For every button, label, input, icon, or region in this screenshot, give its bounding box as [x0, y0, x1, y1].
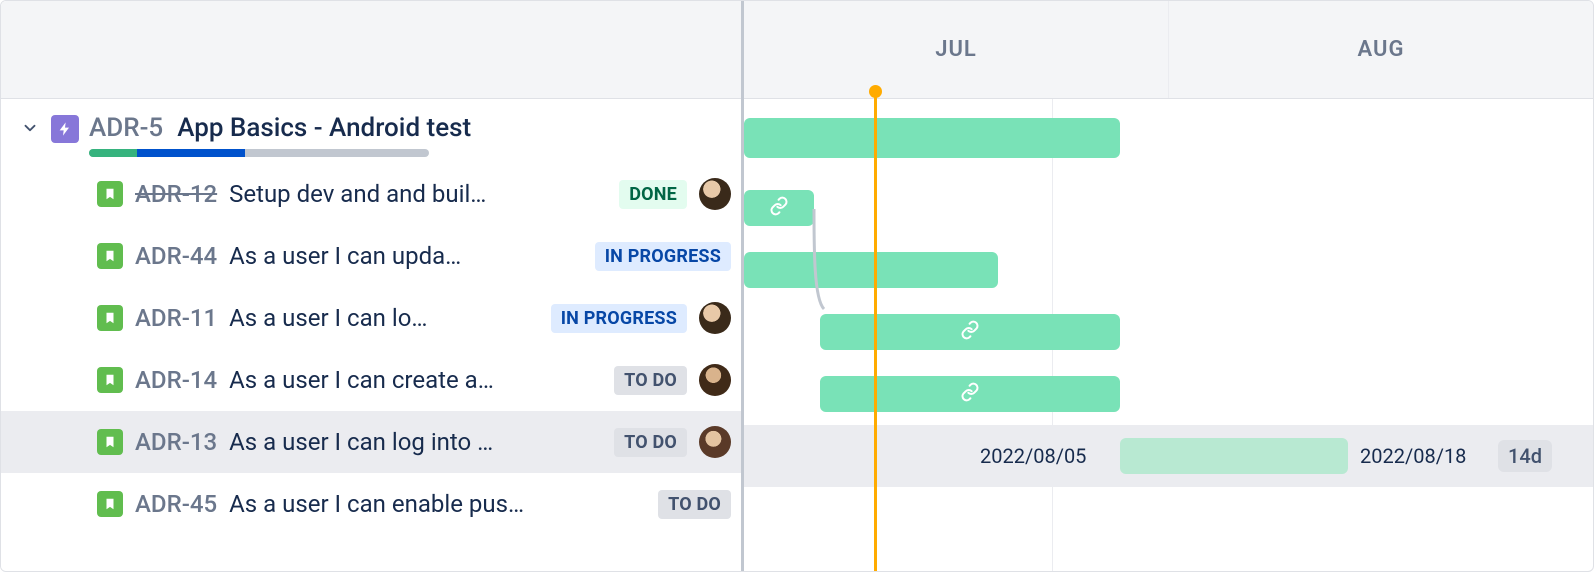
- issue-key[interactable]: ADR-12: [135, 180, 217, 208]
- issue-key[interactable]: ADR-14: [135, 366, 217, 394]
- roadmap-container: ADR-5 App Basics - Android test ADR-12 Se…: [0, 0, 1594, 572]
- progress-inprogress-segment: [137, 149, 246, 157]
- epic-summary[interactable]: App Basics - Android test: [177, 113, 471, 143]
- dependency-link-icon[interactable]: [960, 320, 980, 344]
- issue-key[interactable]: ADR-45: [135, 490, 217, 518]
- collapse-chevron-icon[interactable]: [19, 117, 41, 139]
- assignee-avatar[interactable]: [699, 364, 731, 396]
- epic-timeline-bar[interactable]: [744, 118, 1120, 158]
- issue-row[interactable]: ADR-44 As a user I can upda… IN PROGRESS: [1, 225, 741, 287]
- issue-row[interactable]: ADR-45 As a user I can enable pus… TO DO: [1, 473, 741, 535]
- story-icon: [97, 181, 123, 207]
- assignee-avatar[interactable]: [699, 302, 731, 334]
- status-lozenge[interactable]: TO DO: [614, 428, 687, 457]
- bar-end-date: 2022/08/18: [1360, 444, 1466, 468]
- status-lozenge[interactable]: TO DO: [658, 490, 731, 519]
- today-marker-line: [874, 93, 877, 571]
- issue-timeline-bar[interactable]: [820, 376, 1120, 412]
- issue-summary[interactable]: Setup dev and and buil…: [229, 180, 607, 208]
- issue-timeline-bar[interactable]: [744, 252, 998, 288]
- issue-timeline-bar[interactable]: [820, 314, 1120, 350]
- timeline-row: 2022/08/05 2022/08/18 14d: [744, 425, 1593, 487]
- progress-done-segment: [89, 149, 137, 157]
- issue-summary[interactable]: As a user I can enable pus…: [229, 490, 646, 518]
- issue-row[interactable]: ADR-11 As a user I can lo… IN PROGRESS: [1, 287, 741, 349]
- story-icon: [97, 367, 123, 393]
- issue-list-panel: ADR-5 App Basics - Android test ADR-12 Se…: [1, 1, 741, 571]
- dependency-link-icon[interactable]: [960, 382, 980, 406]
- assignee-avatar[interactable]: [699, 426, 731, 458]
- timeline-row-epic: [744, 99, 1593, 177]
- issue-timeline-bar[interactable]: [744, 190, 814, 226]
- issue-summary[interactable]: As a user I can upda…: [229, 242, 583, 270]
- issue-summary[interactable]: As a user I can lo…: [229, 304, 539, 332]
- status-lozenge[interactable]: IN PROGRESS: [551, 304, 687, 333]
- status-lozenge[interactable]: IN PROGRESS: [595, 242, 731, 271]
- bar-duration-pill: 14d: [1498, 440, 1552, 472]
- left-header-spacer: [1, 1, 741, 99]
- dependency-link-icon[interactable]: [769, 196, 789, 220]
- issue-row[interactable]: ADR-14 As a user I can create a… TO DO: [1, 349, 741, 411]
- epic-key[interactable]: ADR-5: [89, 113, 163, 143]
- timeline-header: JUL AUG: [744, 1, 1593, 99]
- issue-summary[interactable]: As a user I can log into …: [229, 428, 602, 456]
- status-lozenge[interactable]: TO DO: [614, 366, 687, 395]
- timeline-row: [744, 177, 1593, 239]
- child-issue-list: ADR-12Setup dev and and buil…DONEADR-44A…: [1, 163, 741, 535]
- epic-progress-bar: [89, 149, 429, 157]
- epic-row[interactable]: ADR-5 App Basics - Android test: [1, 99, 741, 163]
- assignee-avatar[interactable]: [699, 178, 731, 210]
- issue-row[interactable]: ADR-13 As a user I can log into … TO DO: [1, 411, 741, 473]
- issue-timeline-bar[interactable]: [1120, 438, 1348, 474]
- issue-key[interactable]: ADR-11: [135, 304, 217, 332]
- status-lozenge[interactable]: DONE: [619, 180, 687, 209]
- timeline-row: [744, 239, 1593, 301]
- story-icon: [97, 429, 123, 455]
- story-icon: [97, 491, 123, 517]
- bar-start-date: 2022/08/05: [980, 444, 1086, 468]
- issue-key[interactable]: ADR-44: [135, 242, 217, 270]
- timeline-body[interactable]: 2022/08/05 2022/08/18 14d: [744, 99, 1593, 571]
- timeline-row: [744, 487, 1593, 549]
- issue-row[interactable]: ADR-12 Setup dev and and buil… DONE: [1, 163, 741, 225]
- timeline-row: [744, 363, 1593, 425]
- today-marker-dot: [869, 85, 882, 98]
- epic-icon: [51, 115, 79, 143]
- story-icon: [97, 305, 123, 331]
- timeline-panel: JUL AUG 2022/08/05 2022/08/18 14d: [741, 1, 1593, 571]
- timeline-row: [744, 301, 1593, 363]
- epic-title-block: ADR-5 App Basics - Android test: [89, 113, 471, 157]
- issue-summary[interactable]: As a user I can create a…: [229, 366, 602, 394]
- month-column-aug: AUG: [1169, 1, 1593, 98]
- story-icon: [97, 243, 123, 269]
- month-column-jul: JUL: [744, 1, 1169, 98]
- issue-key[interactable]: ADR-13: [135, 428, 217, 456]
